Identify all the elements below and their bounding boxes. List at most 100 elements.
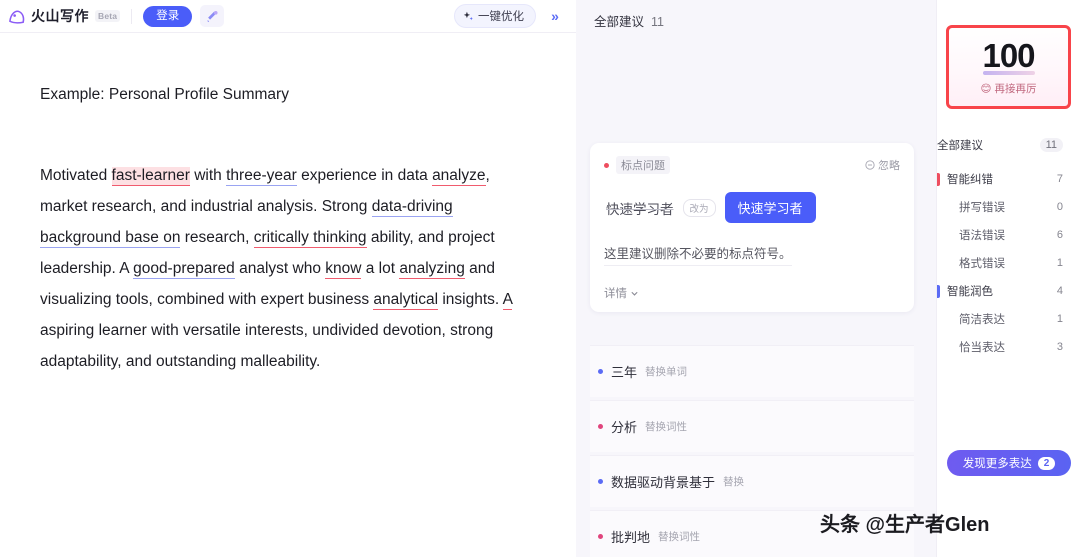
suggestion-type-tag: 标点问题 xyxy=(616,156,670,174)
category-row-6[interactable]: 简洁表达 1 xyxy=(937,305,1080,333)
score-underline-decoration xyxy=(982,71,1035,75)
flagged-text-segment[interactable]: A xyxy=(502,291,513,310)
category-count: 4 xyxy=(1056,285,1063,297)
severity-dot-icon xyxy=(598,369,603,374)
double-chevron-right-icon: » xyxy=(551,8,559,24)
suggestion-fix-row: 快速学习者 改为 快速学习者 xyxy=(606,192,900,223)
category-list: 全部建议 11 智能纠错 7 拼写错误 0 语法错误 6 格式错误 1 智能润色 4 简洁表达 1 恰当表达… xyxy=(937,131,1080,361)
ignore-button[interactable]: 忽略 xyxy=(865,157,900,173)
flagged-text-segment[interactable]: fast-learner xyxy=(111,167,190,186)
flagged-text-segment[interactable]: analytical xyxy=(373,291,439,310)
magic-wand-button[interactable] xyxy=(200,5,225,27)
category-label: 智能纠错 xyxy=(947,174,993,186)
suggestion-card[interactable]: 标点问题 忽略 快速学习者 改为 快速学习者 这里建议删除不必要的标点符号。 详… xyxy=(590,143,914,312)
category-label: 语法错误 xyxy=(959,230,1005,242)
text-segment: aspiring learner with versatile interest… xyxy=(40,322,494,370)
smiley-emoji-icon: 😊 xyxy=(980,82,992,95)
category-row-7[interactable]: 恰当表达 3 xyxy=(937,333,1080,361)
score-card: 100 😊 再接再厉 xyxy=(946,25,1071,109)
suggestion-item-tag: 替换 xyxy=(723,476,745,488)
collapse-panel-button[interactable]: » xyxy=(544,5,566,27)
watermark: 头条 @生产者Glen xyxy=(820,514,990,536)
flagged-text-segment[interactable]: analyze xyxy=(432,167,486,186)
flagged-text-segment[interactable]: critically thinking xyxy=(253,229,367,248)
discover-more-button[interactable]: 发现更多表达 2 xyxy=(947,450,1071,476)
chevron-down-icon xyxy=(631,291,638,296)
discover-more-count: 2 xyxy=(1037,456,1056,470)
magic-wand-icon xyxy=(206,10,218,22)
document-body[interactable]: Motivated fast-learner with three-year e… xyxy=(40,160,534,377)
original-text: 快速学习者 xyxy=(606,201,674,217)
flagged-text-segment[interactable]: analyzing xyxy=(399,260,465,279)
text-segment: insights. xyxy=(438,291,503,308)
severity-dot-icon xyxy=(598,424,603,429)
brand-name: 火山写作 xyxy=(31,8,89,24)
category-label: 智能润色 xyxy=(947,286,993,298)
suggestion-item-label: 批判地 xyxy=(611,530,651,545)
right-sidebar: 100 😊 再接再厉 全部建议 11 智能纠错 7 拼写错误 0 语法错误 6 格式错误 1 智能润… xyxy=(936,0,1080,557)
brand-logo: 火山写作 Beta xyxy=(8,6,121,26)
suggestions-column: 全部建议 11 标点问题 忽略 快速学习者 改为 快速学习者 这里建议删除不必要… xyxy=(576,0,936,557)
category-row-0[interactable]: 全部建议 11 xyxy=(937,131,1080,159)
category-label: 格式错误 xyxy=(959,258,1005,270)
suggestion-item-tag: 替换单词 xyxy=(645,366,688,378)
category-label: 全部建议 xyxy=(937,140,983,152)
category-row-3[interactable]: 语法错误 6 xyxy=(937,221,1080,249)
category-row-4[interactable]: 格式错误 1 xyxy=(937,249,1080,277)
volcano-logo-icon xyxy=(9,10,25,24)
suggestion-card-header: 标点问题 忽略 xyxy=(604,156,900,174)
score-value: 100 xyxy=(982,37,1035,74)
editor-column: 火山写作 Beta 登录 一键优化 » Example: Personal Pr… xyxy=(0,0,576,557)
category-label: 简洁表达 xyxy=(959,314,1005,326)
suggestion-list-item[interactable]: 三年 替换单词 xyxy=(590,345,914,397)
login-button[interactable]: 登录 xyxy=(143,5,193,27)
suggestion-item-tag: 替换词性 xyxy=(645,421,688,433)
text-segment: analyst who xyxy=(234,260,326,277)
category-row-1[interactable]: 智能纠错 7 xyxy=(937,165,1080,193)
category-count: 3 xyxy=(1056,341,1063,353)
category-row-2[interactable]: 拼写错误 0 xyxy=(937,193,1080,221)
top-toolbar: 火山写作 Beta 登录 一键优化 » xyxy=(0,0,576,33)
document-title: Example: Personal Profile Summary xyxy=(40,86,289,103)
flagged-text-segment[interactable]: good-prepared xyxy=(133,260,235,279)
category-active-bar xyxy=(937,285,940,298)
category-count: 1 xyxy=(1056,257,1063,269)
details-label: 详情 xyxy=(604,288,627,300)
apply-replacement-button[interactable]: 快速学习者 xyxy=(724,192,816,223)
category-count: 1 xyxy=(1056,313,1063,325)
score-label: 再接再厉 xyxy=(994,83,1037,95)
suggestions-header-count: 11 xyxy=(651,15,664,29)
change-to-chip: 改为 xyxy=(682,198,716,217)
category-row-5[interactable]: 智能润色 4 xyxy=(937,277,1080,305)
suggestions-header-title: 全部建议 xyxy=(594,15,645,29)
severity-dot-icon xyxy=(604,162,609,168)
sparkle-icon xyxy=(463,11,473,20)
severity-dot-icon xyxy=(598,534,603,539)
discover-more-label: 发现更多表达 xyxy=(962,458,1032,470)
flagged-text-segment[interactable]: know xyxy=(325,260,362,279)
toolbar-divider xyxy=(131,8,133,24)
category-label: 恰当表达 xyxy=(959,342,1005,354)
beta-badge: Beta xyxy=(95,10,121,22)
score-label-row: 😊 再接再厉 xyxy=(981,81,1037,96)
category-count: 6 xyxy=(1056,229,1063,241)
suggestion-details-toggle[interactable]: 详情 xyxy=(604,285,900,301)
one-click-optimize-label: 一键优化 xyxy=(478,11,524,23)
one-click-optimize-button[interactable]: 一键优化 xyxy=(454,4,536,28)
text-segment: experience in data xyxy=(296,167,433,184)
flagged-text-segment[interactable]: three-year xyxy=(226,167,297,186)
category-count: 7 xyxy=(1056,173,1063,185)
suggestion-list-item[interactable]: 数据驱动背景基于 替换 xyxy=(590,455,914,507)
minus-circle-icon xyxy=(865,160,875,170)
category-count: 11 xyxy=(1039,138,1063,152)
document-editor[interactable]: Example: Personal Profile Summary Motiva… xyxy=(0,33,576,377)
suggestion-item-label: 分析 xyxy=(611,420,638,435)
text-segment: with xyxy=(189,167,227,184)
suggestion-item-label: 数据驱动背景基于 xyxy=(611,475,716,490)
severity-dot-icon xyxy=(598,479,603,484)
category-active-bar xyxy=(937,173,940,186)
suggestion-description: 这里建议删除不必要的标点符号。 xyxy=(604,243,792,266)
category-label: 拼写错误 xyxy=(959,202,1005,214)
suggestion-list-item[interactable]: 分析 替换词性 xyxy=(590,400,914,452)
text-segment: research, xyxy=(180,229,254,246)
